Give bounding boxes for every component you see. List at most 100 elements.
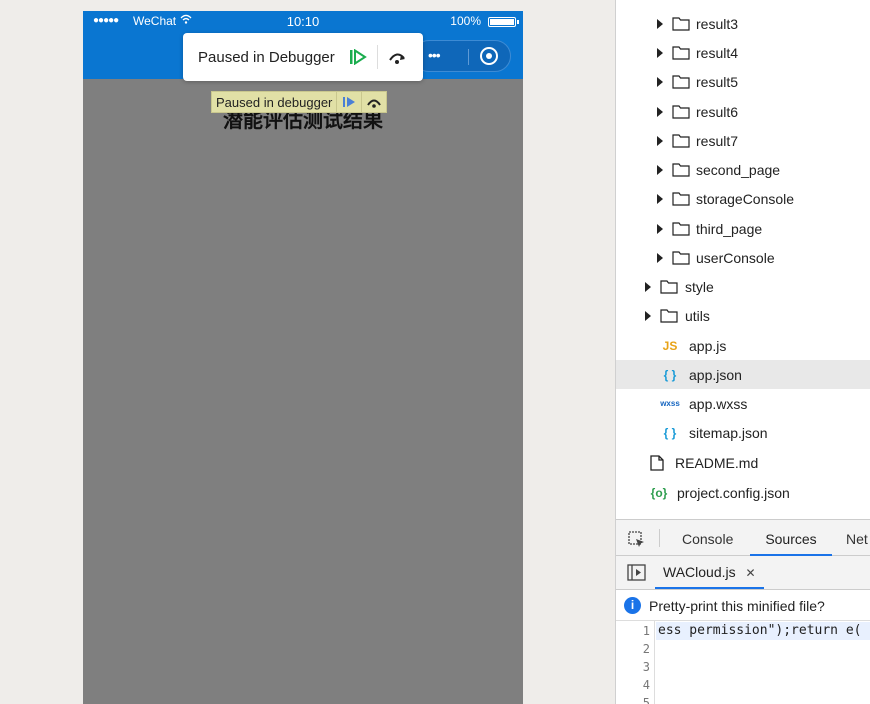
folder-icon: [660, 279, 678, 294]
folder-icon: [672, 250, 690, 265]
more-icon[interactable]: •••: [428, 47, 441, 63]
expand-arrow-icon[interactable]: [645, 310, 651, 321]
code-line-1[interactable]: ess permission");return e(: [656, 622, 870, 640]
tree-item-user-console[interactable]: userConsole: [616, 243, 870, 272]
tree-item-sitemap-json[interactable]: { } sitemap.json: [616, 418, 870, 447]
expand-arrow-icon[interactable]: [657, 18, 663, 29]
tree-item-result7[interactable]: result7: [616, 126, 870, 155]
folder-icon: [672, 133, 690, 148]
expand-arrow-icon[interactable]: [657, 135, 663, 146]
expand-arrow-icon[interactable]: [657, 193, 663, 204]
tab-sources[interactable]: Sources: [750, 520, 832, 556]
paused-popup-label: Paused in Debugger: [198, 48, 335, 66]
inspect-element-icon[interactable]: [628, 531, 646, 554]
overlay-resume-button[interactable]: [336, 92, 361, 112]
tree-item-third-page[interactable]: third_page: [616, 214, 870, 243]
folder-icon: [672, 221, 690, 236]
status-bar: ●●●●● WeChat 10:10 100%: [83, 11, 523, 33]
battery-icon: [488, 17, 516, 27]
wxss-file-icon: wxss: [660, 399, 680, 408]
tree-item-storage-console[interactable]: storageConsole: [616, 184, 870, 213]
battery-tip: [517, 20, 519, 24]
expand-arrow-icon[interactable]: [657, 164, 663, 175]
line-number: 4: [642, 678, 650, 692]
folder-icon: [672, 191, 690, 206]
tree-item-label: app.json: [689, 366, 742, 383]
config-file-icon: {o}: [650, 485, 668, 500]
tree-item-label: result6: [696, 103, 739, 120]
line-number: 5: [642, 696, 650, 704]
resume-icon: [350, 49, 367, 65]
close-icon[interactable]: ✕: [746, 566, 756, 580]
close-miniprogram-icon[interactable]: [480, 47, 498, 65]
step-over-icon: [367, 99, 382, 108]
line-number: 2: [642, 642, 650, 656]
tree-item-app-js[interactable]: JS app.js: [616, 331, 870, 360]
capsule-menu: •••: [413, 40, 511, 72]
devtools-tab-bar: Console Sources Net: [616, 519, 870, 556]
tree-item-second-page[interactable]: second_page: [616, 155, 870, 184]
step-over-icon: [389, 53, 405, 64]
pretty-print-infobar: i Pretty-print this minified file?: [616, 591, 870, 621]
tree-item-label: style: [685, 278, 714, 295]
tree-item-utils[interactable]: utils: [616, 301, 870, 330]
tree-item-readme-md[interactable]: README.md: [616, 448, 870, 477]
expand-arrow-icon[interactable]: [657, 223, 663, 234]
tab-divider: [659, 529, 660, 547]
json-file-icon: { }: [663, 367, 677, 382]
open-files-bar: WACloud.js ✕: [616, 556, 870, 590]
tree-item-label: result5: [696, 73, 739, 90]
folder-icon: [672, 16, 690, 31]
tree-item-label: userConsole: [696, 249, 775, 266]
tree-item-label: result3: [696, 15, 739, 32]
tree-item-result4[interactable]: result4: [616, 38, 870, 67]
file-icon: [650, 454, 664, 471]
tree-item-label: project.config.json: [677, 484, 790, 501]
resume-button[interactable]: [343, 42, 373, 72]
tree-item-result5[interactable]: result5: [616, 67, 870, 96]
expand-arrow-icon[interactable]: [657, 76, 663, 87]
capsule-divider: [468, 49, 469, 65]
js-file-icon: JS: [662, 338, 678, 353]
folder-icon: [660, 308, 678, 323]
tree-item-label: third_page: [696, 220, 763, 237]
tree-item-style[interactable]: style: [616, 272, 870, 301]
folder-icon: [672, 74, 690, 89]
tree-item-app-json[interactable]: { } app.json: [616, 360, 870, 389]
step-over-button[interactable]: [382, 42, 412, 72]
devtools-panel: result3 result4 result5 result6 result7 …: [615, 0, 870, 704]
expand-arrow-icon[interactable]: [657, 47, 663, 58]
tree-item-result6[interactable]: result6: [616, 97, 870, 126]
popup-divider: [377, 45, 378, 69]
folder-icon: [672, 45, 690, 60]
file-tab-label: WACloud.js: [663, 564, 736, 580]
resume-icon: [343, 97, 356, 107]
tab-network[interactable]: Net: [846, 520, 868, 556]
file-tab-wacloud-js[interactable]: WACloud.js ✕: [655, 556, 764, 589]
info-icon: i: [624, 597, 641, 614]
overlay-step-over-button[interactable]: [361, 92, 386, 112]
tree-item-label: storageConsole: [696, 190, 795, 207]
line-number: 1: [642, 624, 650, 638]
tree-item-project-config-json[interactable]: {o} project.config.json: [616, 478, 870, 507]
paused-overlay-label: Paused in debugger: [216, 94, 333, 110]
tree-item-result3[interactable]: result3: [616, 9, 870, 38]
tree-item-label: README.md: [675, 454, 759, 471]
expand-arrow-icon[interactable]: [657, 106, 663, 117]
tree-item-label: second_page: [696, 161, 781, 178]
tree-item-label: result7: [696, 132, 739, 149]
tab-console[interactable]: Console: [682, 520, 733, 556]
expand-arrow-icon[interactable]: [657, 252, 663, 263]
tree-item-app-wxss[interactable]: wxss app.wxss: [616, 389, 870, 418]
line-number: 3: [642, 660, 650, 674]
file-tree: result3 result4 result5 result6 result7 …: [616, 0, 870, 518]
toggle-navigator-icon[interactable]: [627, 564, 646, 586]
tree-item-label: utils: [685, 307, 710, 324]
expand-arrow-icon[interactable]: [645, 281, 651, 292]
pretty-print-prompt[interactable]: Pretty-print this minified file?: [649, 598, 825, 614]
tree-item-label: app.wxss: [689, 395, 748, 412]
code-editor[interactable]: 1 2 3 4 5 ess permission");return e(: [616, 621, 870, 704]
line-number-gutter: 1 2 3 4 5: [616, 621, 655, 704]
tree-item-label: sitemap.json: [689, 424, 768, 441]
json-file-icon: { }: [663, 425, 677, 440]
